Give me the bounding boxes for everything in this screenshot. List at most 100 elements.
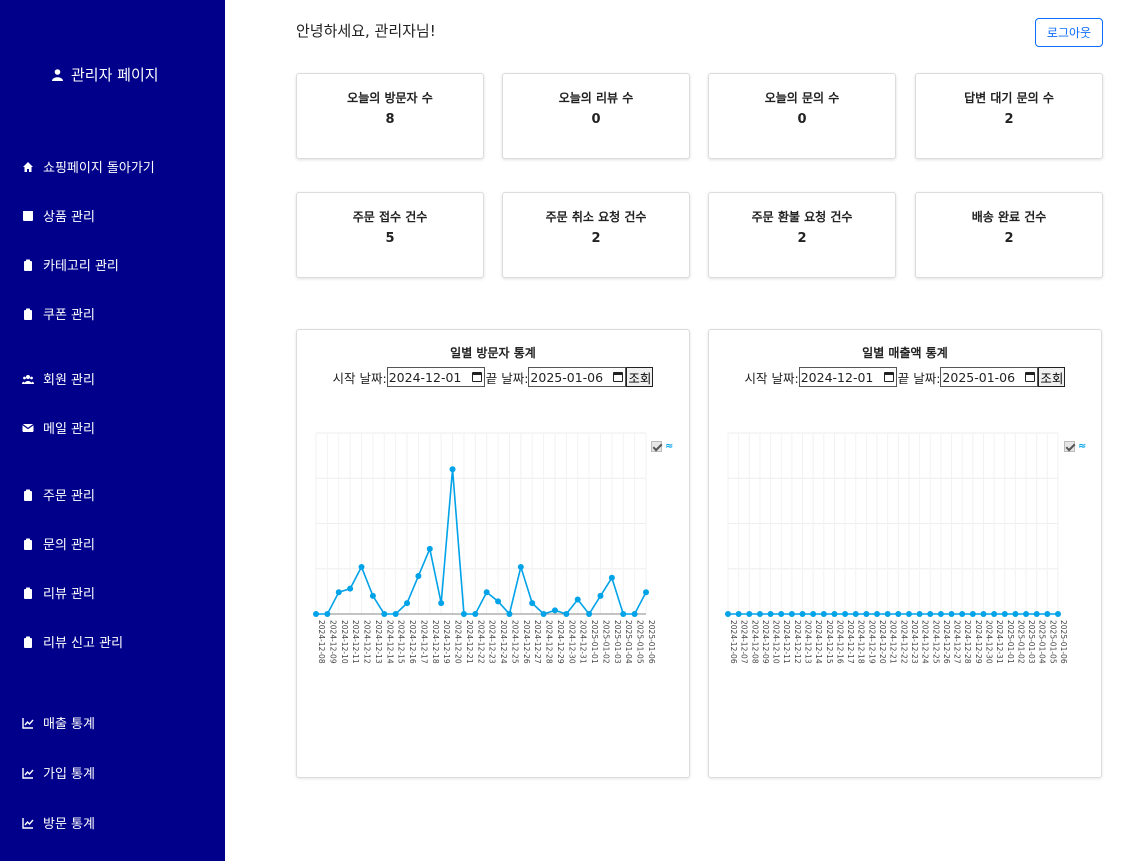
data-point[interactable] (810, 611, 817, 617)
sidebar-item-3[interactable]: 쿠폰 관리 (22, 304, 95, 323)
data-point[interactable] (767, 611, 774, 617)
sidebar-item-10[interactable]: 매출 통계 (22, 713, 95, 732)
data-point[interactable] (620, 611, 627, 617)
x-tick-label: 2024-12-26 (522, 620, 531, 664)
sidebar-item-label: 쿠폰 관리 (43, 308, 95, 323)
data-point[interactable] (948, 611, 955, 617)
sidebar-item-8[interactable]: 리뷰 관리 (22, 583, 95, 602)
data-point[interactable] (449, 466, 456, 473)
x-tick-label: 2024-12-12 (793, 620, 802, 664)
data-point[interactable] (1023, 611, 1030, 617)
data-point[interactable] (969, 611, 976, 617)
data-point[interactable] (495, 598, 502, 605)
data-point[interactable] (1001, 611, 1008, 617)
clipboard-icon (22, 259, 34, 271)
x-tick-label: 2024-12-24 (921, 620, 930, 664)
data-point[interactable] (1044, 611, 1051, 617)
sidebar-item-5[interactable]: 메일 관리 (22, 418, 95, 437)
sidebar-item-label: 문의 관리 (43, 538, 95, 553)
data-point[interactable] (725, 611, 731, 617)
data-point[interactable] (756, 611, 763, 617)
data-point[interactable] (1012, 611, 1019, 617)
data-point[interactable] (472, 611, 479, 617)
data-point[interactable] (347, 585, 354, 592)
data-point[interactable] (404, 600, 411, 607)
x-tick-label: 2024-12-27 (953, 620, 962, 664)
data-point[interactable] (916, 611, 923, 617)
data-point[interactable] (381, 611, 388, 617)
data-point[interactable] (369, 592, 376, 599)
data-point[interactable] (842, 611, 849, 617)
x-tick-label: 2024-12-15 (397, 620, 406, 664)
data-point[interactable] (895, 611, 902, 617)
data-point[interactable] (540, 611, 547, 617)
sidebar-item-9[interactable]: 리뷰 신고 관리 (22, 632, 123, 651)
data-point[interactable] (335, 589, 342, 596)
x-tick-label: 2024-12-10 (340, 620, 349, 664)
data-point[interactable] (959, 611, 966, 617)
user-icon (52, 68, 63, 81)
data-point[interactable] (831, 611, 838, 617)
data-point[interactable] (788, 611, 795, 617)
data-point[interactable] (980, 611, 987, 617)
clipboard-icon (22, 489, 34, 501)
data-point[interactable] (574, 596, 581, 603)
series-line (316, 469, 647, 616)
stat-card: 주문 접수 건수 5 (296, 192, 484, 278)
data-point[interactable] (863, 611, 870, 617)
data-point[interactable] (506, 611, 513, 617)
data-point[interactable] (746, 611, 753, 617)
logout-button[interactable]: 로그아웃 (1035, 18, 1103, 47)
x-tick-label: 2025-01-06 (647, 620, 656, 664)
data-point[interactable] (483, 589, 490, 596)
sidebar: 관리자 페이지 쇼핑페이지 돌아가기 상품 관리 카테고리 관리 쿠폰 관리 회원 관리… (0, 0, 225, 861)
data-point[interactable] (905, 611, 912, 617)
x-tick-label: 2024-12-28 (963, 620, 972, 664)
data-point[interactable] (820, 611, 827, 617)
data-point[interactable] (874, 611, 881, 617)
stat-value: 2 (591, 231, 601, 246)
data-point[interactable] (517, 563, 524, 570)
data-point[interactable] (438, 600, 445, 607)
data-point[interactable] (991, 611, 998, 617)
data-point[interactable] (597, 592, 604, 599)
data-point[interactable] (1033, 611, 1040, 617)
x-tick-label: 2025-01-02 (601, 620, 610, 664)
sidebar-item-2[interactable]: 카테고리 관리 (22, 255, 119, 274)
data-point[interactable] (324, 611, 331, 617)
envelope-icon (22, 422, 34, 434)
x-tick-label: 2024-12-23 (910, 620, 919, 664)
data-point[interactable] (643, 589, 649, 596)
sidebar-item-7[interactable]: 문의 관리 (22, 534, 95, 553)
data-point[interactable] (735, 611, 742, 617)
data-point[interactable] (884, 611, 891, 617)
x-tick-label: 2024-12-13 (804, 620, 813, 664)
data-point[interactable] (608, 574, 615, 581)
sidebar-item-6[interactable]: 주문 관리 (22, 485, 95, 504)
sidebar-item-1[interactable]: 상품 관리 (22, 206, 95, 225)
data-point[interactable] (927, 611, 934, 617)
data-point[interactable] (358, 563, 365, 570)
data-point[interactable] (852, 611, 859, 617)
data-point[interactable] (937, 611, 944, 617)
sidebar-item-label: 카테고리 관리 (43, 259, 119, 274)
data-point[interactable] (426, 545, 433, 552)
data-point[interactable] (799, 611, 806, 617)
sidebar-item-0[interactable]: 쇼핑페이지 돌아가기 (22, 157, 155, 176)
data-point[interactable] (1055, 611, 1061, 617)
data-point[interactable] (313, 611, 319, 617)
data-point[interactable] (392, 611, 399, 617)
data-point[interactable] (778, 611, 785, 617)
data-point[interactable] (586, 611, 593, 617)
data-point[interactable] (631, 611, 638, 617)
data-point[interactable] (460, 611, 467, 617)
data-point[interactable] (529, 600, 536, 607)
visitor-stats-panel: 일별 방문자 통계 시작 날짜: 2024-12-01 끝 날짜: 2025-0… (296, 329, 690, 778)
data-point[interactable] (563, 611, 570, 617)
sidebar-item-4[interactable]: 회원 관리 (22, 369, 95, 388)
data-point[interactable] (415, 572, 422, 579)
data-point[interactable] (551, 607, 558, 614)
sidebar-item-12[interactable]: 방문 통계 (22, 813, 95, 832)
sidebar-item-11[interactable]: 가입 통계 (22, 763, 95, 782)
sidebar-item-label: 회원 관리 (43, 373, 95, 388)
